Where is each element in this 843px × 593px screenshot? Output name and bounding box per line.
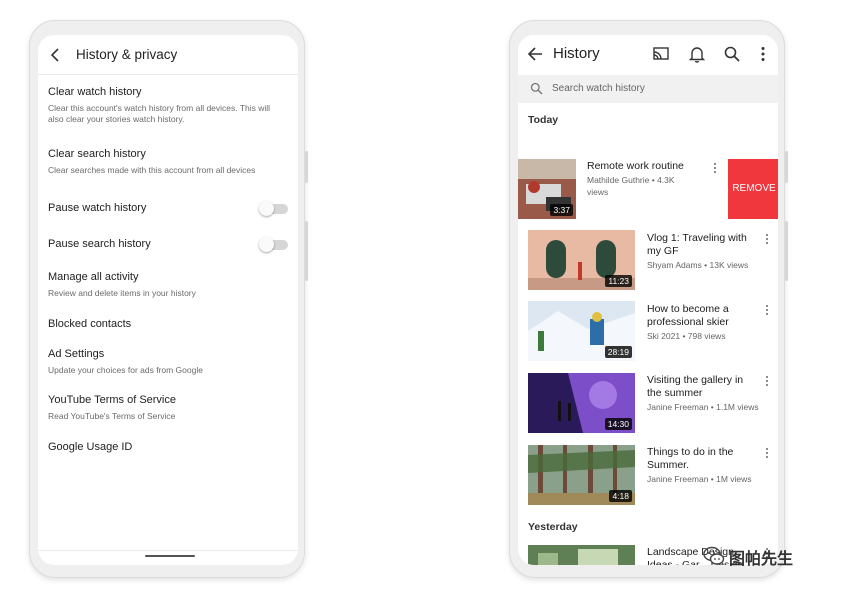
setting-clear-watch-history[interactable]: Clear watch history Clear this account's… <box>48 85 288 125</box>
video-duration: 3:37 <box>550 204 573 216</box>
video-duration: 11:23 <box>605 275 632 287</box>
search-icon <box>530 82 543 95</box>
section-today: Today <box>528 114 559 126</box>
back-arrow-icon[interactable] <box>48 47 62 63</box>
video-thumbnail[interactable]: 28:19 <box>528 301 635 361</box>
side-button <box>785 151 788 183</box>
video-meta: views <box>587 187 609 197</box>
video-duration: 28:19 <box>604 346 632 358</box>
wechat-logo-icon <box>703 546 725 565</box>
search-placeholder: Search watch history <box>552 83 645 94</box>
page-title: History <box>553 45 600 62</box>
more-vert-icon[interactable] <box>765 233 769 245</box>
setting-title: Blocked contacts <box>48 318 132 330</box>
setting-title: Google Usage ID <box>48 441 133 453</box>
right-phone-frame: History Search watch history Today 3:37 … <box>509 20 788 578</box>
setting-title: Clear search history <box>48 148 146 160</box>
setting-title: Pause watch history <box>48 202 147 214</box>
video-title[interactable]: How to become a professional skier <box>647 303 757 329</box>
video-thumbnail[interactable]: 11:23 <box>528 230 635 290</box>
pause-watch-history-toggle[interactable] <box>259 201 288 216</box>
search-icon[interactable] <box>723 45 741 63</box>
more-vert-icon[interactable] <box>765 375 769 387</box>
side-button <box>305 151 308 183</box>
setting-subtitle: Review and delete items in your history <box>48 288 196 298</box>
video-thumbnail[interactable]: 4:18 <box>528 445 635 505</box>
video-meta: Mathilde Guthrie • 4.3K <box>587 175 675 185</box>
toggle-knob <box>259 237 274 252</box>
video-duration: 4:18 <box>609 490 632 502</box>
divider <box>38 550 298 551</box>
side-button <box>785 221 788 281</box>
bell-icon[interactable] <box>688 45 706 63</box>
more-vert-icon[interactable] <box>765 447 769 459</box>
setting-pause-search-history[interactable]: Pause search history <box>48 237 288 251</box>
section-yesterday: Yesterday <box>528 521 578 533</box>
setting-pause-watch-history[interactable]: Pause watch history <box>48 201 288 215</box>
video-title[interactable]: Things to do in the Summer. <box>647 446 757 472</box>
thumbnail-image <box>528 545 635 565</box>
page-title: History & privacy <box>76 47 178 62</box>
video-meta: Shyam Adams • 13K views <box>647 260 749 270</box>
video-thumbnail[interactable]: 14:30 <box>528 373 635 433</box>
setting-subtitle: Update your choices for ads from Google <box>48 365 203 375</box>
setting-clear-search-history[interactable]: Clear search history Clear searches made… <box>48 147 288 176</box>
cast-icon[interactable] <box>652 45 670 63</box>
history-privacy-screen: History & privacy Clear watch history Cl… <box>38 35 298 565</box>
setting-ad-settings[interactable]: Ad Settings Update your choices for ads … <box>48 347 288 376</box>
setting-title: Pause search history <box>48 238 151 250</box>
video-title[interactable]: Remote work routine <box>587 160 697 173</box>
app-bar: History <box>518 35 778 75</box>
setting-google-usage-id[interactable]: Google Usage ID <box>48 440 288 454</box>
video-title[interactable]: Vlog 1: Traveling with my GF <box>647 232 757 258</box>
setting-subtitle: Read YouTube's Terms of Service <box>48 411 176 421</box>
video-thumbnail[interactable]: 3:37 <box>518 159 576 219</box>
setting-subtitle: Clear this account's watch history from … <box>48 103 271 124</box>
video-meta: Ski 2021 • 798 views <box>647 331 726 341</box>
remove-button[interactable]: REMOVE <box>728 159 778 219</box>
home-indicator[interactable] <box>145 555 195 557</box>
video-meta: Janine Freeman • 1.1M views <box>647 402 759 412</box>
back-arrow-icon[interactable] <box>527 47 543 61</box>
video-duration: 14:30 <box>604 418 632 430</box>
left-phone-frame: History & privacy Clear watch history Cl… <box>29 20 308 578</box>
setting-manage-all-activity[interactable]: Manage all activity Review and delete it… <box>48 270 288 299</box>
more-vert-icon[interactable] <box>765 304 769 316</box>
app-bar: History & privacy <box>38 35 298 75</box>
setting-blocked-contacts[interactable]: Blocked contacts <box>48 317 288 331</box>
more-vert-icon[interactable] <box>754 45 772 63</box>
video-meta: Janine Freeman • 1M views <box>647 474 752 484</box>
setting-youtube-terms[interactable]: YouTube Terms of Service Read YouTube's … <box>48 393 288 422</box>
watermark-text: 图帕先生 <box>729 551 794 568</box>
history-screen: History Search watch history Today 3:37 … <box>518 35 778 565</box>
setting-title: YouTube Terms of Service <box>48 394 176 406</box>
video-title[interactable]: Visiting the gallery in the summer <box>647 374 757 400</box>
pause-search-history-toggle[interactable] <box>259 237 288 252</box>
video-thumbnail[interactable] <box>528 545 635 565</box>
setting-title: Manage all activity <box>48 271 139 283</box>
setting-title: Ad Settings <box>48 348 105 360</box>
setting-title: Clear watch history <box>48 86 142 98</box>
search-watch-history-bar[interactable]: Search watch history <box>518 75 778 103</box>
more-vert-icon[interactable] <box>713 162 717 174</box>
toggle-knob <box>259 201 274 216</box>
setting-subtitle: Clear searches made with this account fr… <box>48 165 256 175</box>
side-button <box>305 221 308 281</box>
